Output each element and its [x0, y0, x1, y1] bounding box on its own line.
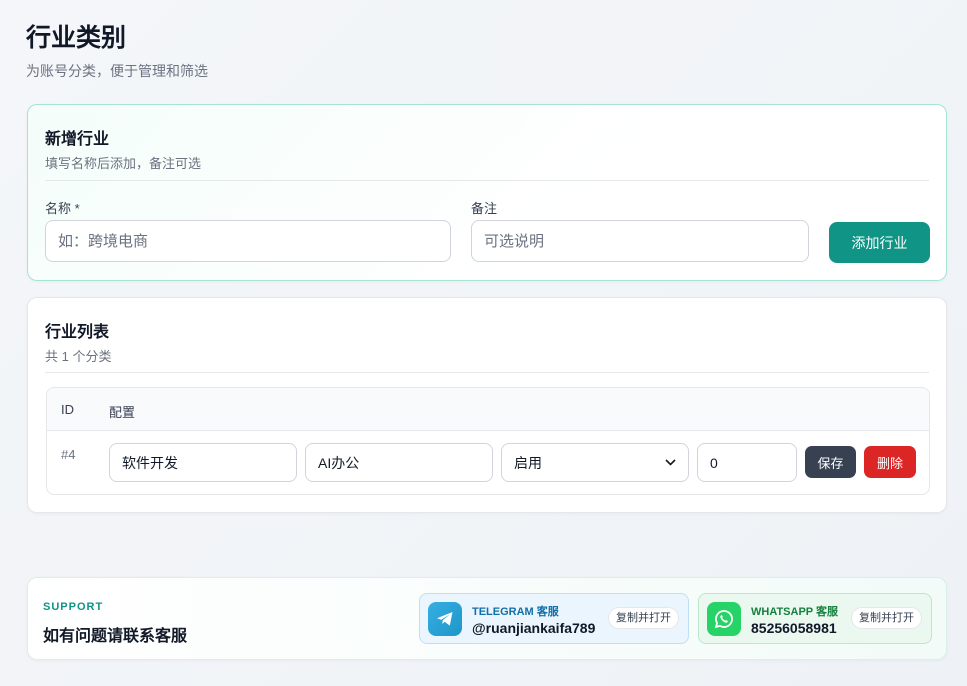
telegram-copy-open-button[interactable]: 复制并打开 [608, 607, 679, 629]
chevron-down-icon [665, 459, 676, 466]
industry-list-card: 行业列表 共 1 个分类 ID 配置 #4 启用 保存 删除 [27, 297, 947, 513]
support-title: 如有问题请联系客服 [43, 628, 188, 645]
telegram-contact[interactable]: TELEGRAM 客服 @ruanjiankaifa789 复制并打开 [419, 593, 689, 644]
name-input[interactable] [45, 220, 451, 262]
row-name-input[interactable] [109, 443, 297, 482]
column-header-id: ID [61, 402, 74, 417]
table-header: ID 配置 [47, 388, 929, 431]
whatsapp-number: 85256058981 [751, 620, 837, 636]
divider [45, 372, 929, 373]
name-field-label: 名称 * [45, 201, 80, 216]
row-sort-input[interactable] [697, 443, 797, 482]
whatsapp-icon [707, 602, 741, 636]
divider [45, 180, 929, 181]
row-id: #4 [61, 447, 76, 462]
delete-button[interactable]: 删除 [864, 446, 916, 478]
page-title: 行业类别 [26, 24, 127, 52]
save-button[interactable]: 保存 [805, 446, 856, 478]
telegram-label: TELEGRAM 客服 [472, 606, 559, 618]
telegram-icon [428, 602, 462, 636]
support-eyebrow: SUPPORT [43, 601, 104, 613]
add-industry-button[interactable]: 添加行业 [829, 222, 930, 263]
column-header-config: 配置 [109, 405, 136, 420]
industry-list-title: 行业列表 [45, 324, 110, 341]
add-industry-subtitle: 填写名称后添加，备注可选 [45, 156, 202, 171]
support-card: SUPPORT 如有问题请联系客服 TELEGRAM 客服 @ruanjiank… [27, 577, 947, 660]
add-industry-card: 新增行业 填写名称后添加，备注可选 名称 * 备注 添加行业 [27, 104, 947, 281]
note-field-label: 备注 [471, 201, 498, 216]
whatsapp-label: WHATSAPP 客服 [751, 606, 838, 618]
note-input[interactable] [471, 220, 809, 262]
row-status-select[interactable]: 启用 [501, 443, 689, 482]
industry-table: ID 配置 #4 启用 保存 删除 [46, 387, 930, 495]
add-industry-title: 新增行业 [45, 131, 110, 148]
whatsapp-contact[interactable]: WHATSAPP 客服 85256058981 复制并打开 [698, 593, 932, 644]
row-note-input[interactable] [305, 443, 493, 482]
telegram-handle: @ruanjiankaifa789 [472, 620, 596, 636]
whatsapp-copy-open-button[interactable]: 复制并打开 [851, 607, 922, 629]
industry-count: 共 1 个分类 [45, 349, 112, 364]
page-subtitle: 为账号分类，便于管理和筛选 [26, 63, 208, 79]
row-status-value: 启用 [514, 454, 542, 471]
